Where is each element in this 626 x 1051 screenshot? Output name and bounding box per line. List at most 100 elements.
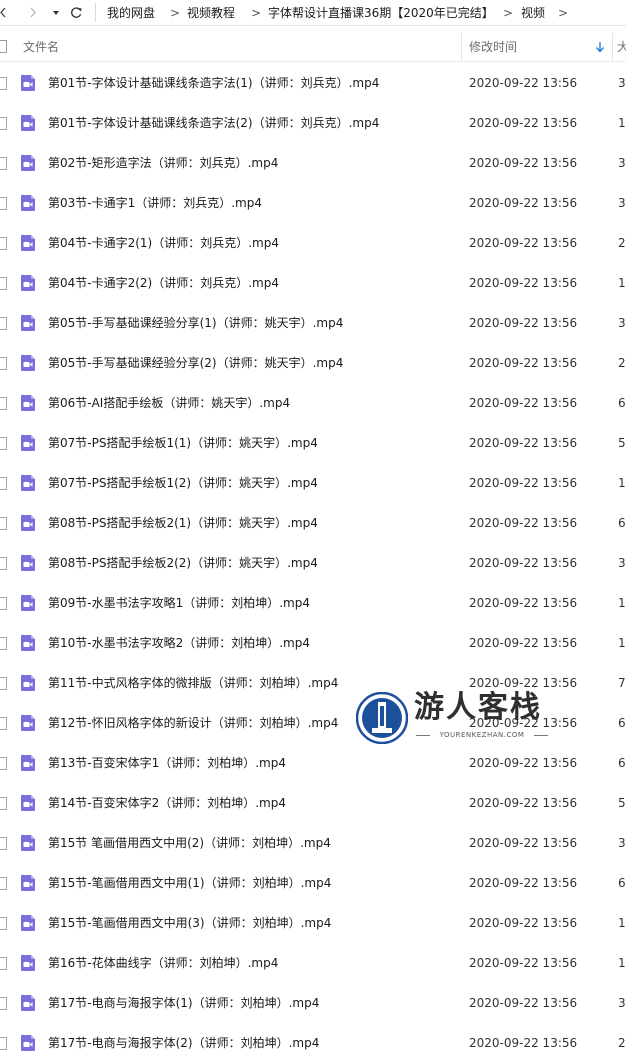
column-header-modified[interactable]: 修改时间 <box>469 39 517 55</box>
row-checkbox[interactable] <box>0 477 7 490</box>
column-header-name[interactable]: 文件名 <box>23 39 59 55</box>
file-row[interactable]: 第10节-水墨书法字攻略2（讲师：刘柏坤）.mp4 2020-09-22 13:5… <box>0 624 626 664</box>
sort-down-arrow-icon[interactable] <box>594 40 606 54</box>
file-name[interactable]: 第10节-水墨书法字攻略2（讲师：刘柏坤）.mp4 <box>48 635 310 651</box>
file-row[interactable]: 第03节-卡通字1（讲师：刘兵克）.mp4 2020-09-22 13:56 3 <box>0 184 626 224</box>
row-checkbox[interactable] <box>0 157 7 170</box>
file-modified-time: 2020-09-22 13:56 <box>469 236 578 250</box>
row-checkbox[interactable] <box>0 557 7 570</box>
row-checkbox[interactable] <box>0 637 7 650</box>
file-row[interactable]: 第17节-电商与海报字体(1)（讲师：刘柏坤）.mp4 2020-09-22 13… <box>0 984 626 1024</box>
file-row[interactable]: 第15节 笔画借用西文中用(2)（讲师：刘柏坤）.mp4 2020-09-22 1… <box>0 824 626 864</box>
file-modified-time: 2020-09-22 13:56 <box>469 636 578 650</box>
row-checkbox[interactable] <box>0 1037 7 1050</box>
breadcrumb-item-video-tutorials[interactable]: 视频教程 <box>187 5 235 21</box>
file-name[interactable]: 第15节-笔画借用西文中用(3)（讲师：刘柏坤）.mp4 <box>48 915 331 931</box>
file-modified-time: 2020-09-22 13:56 <box>469 996 578 1010</box>
row-checkbox[interactable] <box>0 597 7 610</box>
row-checkbox[interactable] <box>0 917 7 930</box>
refresh-button[interactable] <box>68 3 84 22</box>
row-checkbox[interactable] <box>0 117 7 130</box>
file-name[interactable]: 第12节-怀旧风格字体的新设计（讲师：刘柏坤）.mp4 <box>48 715 338 731</box>
file-row[interactable]: 第15节-笔画借用西文中用(1)（讲师：刘柏坤）.mp4 2020-09-22 1… <box>0 864 626 904</box>
file-modified-time: 2020-09-22 13:56 <box>469 756 578 770</box>
breadcrumb-item-my-drive[interactable]: 我的网盘 <box>107 5 155 21</box>
file-name[interactable]: 第04节-卡通字2(1)（讲师：刘兵克）.mp4 <box>48 235 279 251</box>
forward-button[interactable] <box>26 3 40 22</box>
row-checkbox[interactable] <box>0 197 7 210</box>
row-checkbox[interactable] <box>0 277 7 290</box>
row-checkbox[interactable] <box>0 837 7 850</box>
file-name[interactable]: 第02节-矩形造字法（讲师：刘兵克）.mp4 <box>48 155 278 171</box>
file-row[interactable]: 第11节-中式风格字体的微排版（讲师：刘柏坤）.mp4 2020-09-22 13… <box>0 664 626 704</box>
file-name[interactable]: 第16节-花体曲线字（讲师：刘柏坤）.mp4 <box>48 955 278 971</box>
file-size: 3 <box>618 996 626 1010</box>
column-divider[interactable] <box>612 33 613 61</box>
file-name[interactable]: 第07节-PS搭配手绘板1(1)（讲师：姚天宇）.mp4 <box>48 435 318 451</box>
file-name[interactable]: 第17节-电商与海报字体(1)（讲师：刘柏坤）.mp4 <box>48 995 319 1011</box>
file-row[interactable]: 第01节-字体设计基础课线条造字法(1)（讲师：刘兵克）.mp4 2020-09-… <box>0 64 626 104</box>
file-name[interactable]: 第07节-PS搭配手绘板1(2)（讲师：姚天宇）.mp4 <box>48 475 318 491</box>
file-row[interactable]: 第13节-百变宋体字1（讲师：刘柏坤）.mp4 2020-09-22 13:56 6 <box>0 744 626 784</box>
row-checkbox[interactable] <box>0 77 7 90</box>
select-all-checkbox[interactable] <box>0 40 7 53</box>
row-checkbox[interactable] <box>0 877 7 890</box>
video-file-icon <box>19 954 37 972</box>
file-name[interactable]: 第03节-卡通字1（讲师：刘兵克）.mp4 <box>48 195 262 211</box>
file-name[interactable]: 第09节-水墨书法字攻略1（讲师：刘柏坤）.mp4 <box>48 595 310 611</box>
file-name[interactable]: 第08节-PS搭配手绘板2(1)（讲师：姚天宇）.mp4 <box>48 515 318 531</box>
row-checkbox[interactable] <box>0 957 7 970</box>
file-row[interactable]: 第15节-笔画借用西文中用(3)（讲师：刘柏坤）.mp4 2020-09-22 1… <box>0 904 626 944</box>
row-checkbox[interactable] <box>0 997 7 1010</box>
breadcrumb-item-videos[interactable]: 视频 <box>521 5 545 21</box>
file-row[interactable]: 第04节-卡通字2(1)（讲师：刘兵克）.mp4 2020-09-22 13:56… <box>0 224 626 264</box>
file-row[interactable]: 第06节-AI搭配手绘板（讲师：姚天宇）.mp4 2020-09-22 13:56… <box>0 384 626 424</box>
row-checkbox[interactable] <box>0 517 7 530</box>
file-row[interactable]: 第08节-PS搭配手绘板2(2)（讲师：姚天宇）.mp4 2020-09-22 1… <box>0 544 626 584</box>
row-checkbox[interactable] <box>0 357 7 370</box>
file-row[interactable]: 第05节-手写基础课经验分享(1)（讲师：姚天宇）.mp4 2020-09-22 … <box>0 304 626 344</box>
file-row[interactable]: 第05节-手写基础课经验分享(2)（讲师：姚天宇）.mp4 2020-09-22 … <box>0 344 626 384</box>
file-row[interactable]: 第12节-怀旧风格字体的新设计（讲师：刘柏坤）.mp4 2020-09-22 13… <box>0 704 626 744</box>
chevron-left-icon <box>0 7 6 18</box>
row-checkbox[interactable] <box>0 717 7 730</box>
file-name[interactable]: 第08节-PS搭配手绘板2(2)（讲师：姚天宇）.mp4 <box>48 555 318 571</box>
file-name[interactable]: 第05节-手写基础课经验分享(1)（讲师：姚天宇）.mp4 <box>48 315 343 331</box>
breadcrumb-item-course[interactable]: 字体帮设计直播课36期【2020年已完结】 <box>268 5 494 21</box>
file-size: 6 <box>618 876 626 890</box>
file-row[interactable]: 第07节-PS搭配手绘板1(1)（讲师：姚天宇）.mp4 2020-09-22 1… <box>0 424 626 464</box>
file-row[interactable]: 第04节-卡通字2(2)（讲师：刘兵克）.mp4 2020-09-22 13:56… <box>0 264 626 304</box>
row-checkbox[interactable] <box>0 757 7 770</box>
file-row[interactable]: 第08节-PS搭配手绘板2(1)（讲师：姚天宇）.mp4 2020-09-22 1… <box>0 504 626 544</box>
row-checkbox[interactable] <box>0 797 7 810</box>
file-name[interactable]: 第17节-电商与海报字体(2)（讲师：刘柏坤）.mp4 <box>48 1035 319 1051</box>
file-name[interactable]: 第01节-字体设计基础课线条造字法(1)（讲师：刘兵克）.mp4 <box>48 75 379 91</box>
file-row[interactable]: 第14节-百变宋体字2（讲师：刘柏坤）.mp4 2020-09-22 13:56 5 <box>0 784 626 824</box>
file-name[interactable]: 第15节-笔画借用西文中用(1)（讲师：刘柏坤）.mp4 <box>48 875 331 891</box>
file-name[interactable]: 第15节 笔画借用西文中用(2)（讲师：刘柏坤）.mp4 <box>48 835 331 851</box>
row-checkbox[interactable] <box>0 397 7 410</box>
column-divider[interactable] <box>461 33 462 61</box>
column-header-size[interactable]: 大 <box>617 39 626 55</box>
file-name[interactable]: 第06节-AI搭配手绘板（讲师：姚天宇）.mp4 <box>48 395 290 411</box>
file-row[interactable]: 第17节-电商与海报字体(2)（讲师：刘柏坤）.mp4 2020-09-22 13… <box>0 1024 626 1051</box>
video-file-icon <box>19 394 37 412</box>
file-name[interactable]: 第01节-字体设计基础课线条造字法(2)（讲师：刘兵克）.mp4 <box>48 115 379 131</box>
row-checkbox[interactable] <box>0 677 7 690</box>
row-checkbox[interactable] <box>0 317 7 330</box>
back-button[interactable] <box>0 3 10 22</box>
file-name[interactable]: 第14节-百变宋体字2（讲师：刘柏坤）.mp4 <box>48 795 286 811</box>
file-name[interactable]: 第05节-手写基础课经验分享(2)（讲师：姚天宇）.mp4 <box>48 355 343 371</box>
file-row[interactable]: 第01节-字体设计基础课线条造字法(2)（讲师：刘兵克）.mp4 2020-09-… <box>0 104 626 144</box>
file-row[interactable]: 第02节-矩形造字法（讲师：刘兵克）.mp4 2020-09-22 13:56 3 <box>0 144 626 184</box>
file-row[interactable]: 第16节-花体曲线字（讲师：刘柏坤）.mp4 2020-09-22 13:56 1 <box>0 944 626 984</box>
history-dropdown-button[interactable] <box>50 3 62 22</box>
row-checkbox[interactable] <box>0 437 7 450</box>
file-row[interactable]: 第07节-PS搭配手绘板1(2)（讲师：姚天宇）.mp4 2020-09-22 1… <box>0 464 626 504</box>
file-name[interactable]: 第13节-百变宋体字1（讲师：刘柏坤）.mp4 <box>48 755 286 771</box>
file-name[interactable]: 第11节-中式风格字体的微排版（讲师：刘柏坤）.mp4 <box>48 675 338 691</box>
file-name[interactable]: 第04节-卡通字2(2)（讲师：刘兵克）.mp4 <box>48 275 279 291</box>
file-modified-time: 2020-09-22 13:56 <box>469 116 578 130</box>
row-checkbox[interactable] <box>0 237 7 250</box>
file-row[interactable]: 第09节-水墨书法字攻略1（讲师：刘柏坤）.mp4 2020-09-22 13:5… <box>0 584 626 624</box>
